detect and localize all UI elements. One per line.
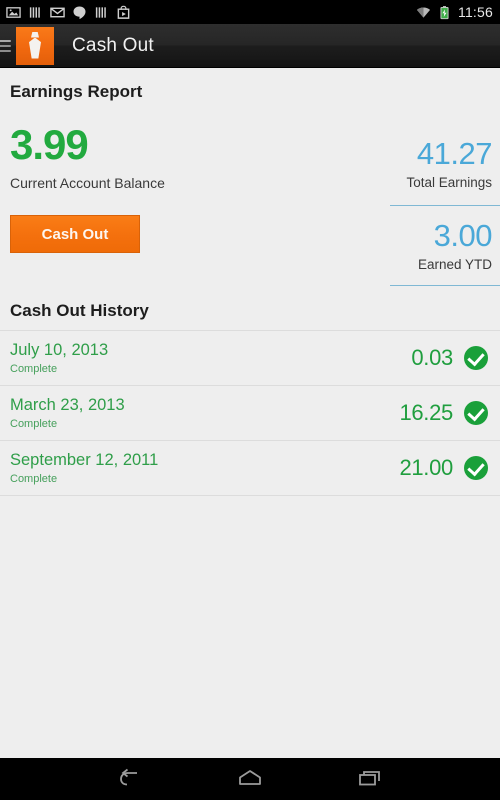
action-bar: Cash Out bbox=[0, 24, 500, 68]
history-row-info: July 10, 2013 Complete bbox=[10, 341, 108, 375]
barcode-icon bbox=[29, 6, 40, 18]
main-content: Earnings Report 3.99 Current Account Bal… bbox=[0, 68, 500, 496]
row-divider bbox=[0, 495, 500, 496]
home-icon[interactable] bbox=[234, 767, 266, 791]
earnings-report-heading: Earnings Report bbox=[10, 82, 143, 101]
history-row-amount-group: 21.00 bbox=[399, 455, 488, 481]
check-circle-icon bbox=[464, 346, 488, 370]
android-navigation-bar bbox=[0, 758, 500, 800]
total-earnings-label: Total Earnings bbox=[406, 174, 492, 190]
total-earnings-block: 41.27 Total Earnings bbox=[406, 136, 493, 190]
cash-out-history-heading: Cash Out History bbox=[10, 301, 149, 320]
earned-ytd-label: Earned YTD bbox=[417, 256, 492, 272]
barcode-icon-2 bbox=[95, 6, 106, 18]
history-row-info: September 12, 2011 Complete bbox=[10, 451, 158, 485]
divider-middle bbox=[390, 285, 500, 286]
history-row-amount: 21.00 bbox=[399, 455, 453, 480]
table-row[interactable]: September 12, 2011 Complete 21.00 bbox=[0, 441, 500, 495]
necktie-glyph bbox=[29, 31, 41, 59]
earned-ytd-value: 3.00 bbox=[433, 218, 493, 253]
earnings-summary: 3.99 Current Account Balance Cash Out 41… bbox=[0, 102, 500, 297]
earned-ytd-block: 3.00 Earned YTD bbox=[417, 218, 493, 272]
cash-out-button[interactable]: Cash Out bbox=[10, 215, 140, 253]
check-circle-icon bbox=[464, 456, 488, 480]
recents-icon[interactable] bbox=[355, 767, 385, 791]
screenshot-icon bbox=[6, 6, 21, 18]
hangouts-icon bbox=[73, 6, 86, 19]
cash-out-history-list: July 10, 2013 Complete 0.03 March 23, 2013 C… bbox=[0, 330, 500, 496]
history-row-amount-group: 16.25 bbox=[399, 400, 488, 426]
current-balance-block: 3.99 Current Account Balance bbox=[10, 121, 165, 192]
table-row[interactable]: March 23, 2013 Complete 16.25 bbox=[0, 386, 500, 440]
history-row-amount-group: 0.03 bbox=[411, 345, 488, 371]
hamburger-menu-icon[interactable] bbox=[0, 39, 11, 52]
status-bar-notification-icons bbox=[6, 5, 131, 20]
check-circle-icon bbox=[464, 401, 488, 425]
history-row-info: March 23, 2013 Complete bbox=[10, 396, 125, 430]
history-row-status: Complete bbox=[10, 418, 58, 431]
back-arrow-icon[interactable] bbox=[115, 767, 145, 791]
history-row-status: Complete bbox=[10, 473, 58, 486]
table-row[interactable]: July 10, 2013 Complete 0.03 bbox=[0, 331, 500, 385]
history-row-date: March 23, 2013 bbox=[10, 395, 125, 414]
gmail-icon bbox=[50, 7, 65, 17]
play-store-icon bbox=[117, 5, 130, 19]
current-balance-value: 3.99 bbox=[10, 121, 89, 168]
status-bar-clock: 11:56 bbox=[458, 4, 493, 20]
history-row-date: September 12, 2011 bbox=[10, 450, 159, 469]
history-row-amount: 0.03 bbox=[411, 345, 453, 370]
wifi-icon bbox=[416, 6, 431, 18]
divider-top bbox=[390, 205, 500, 206]
total-earnings-value: 41.27 bbox=[416, 136, 493, 171]
app-screen: 11:56 Cash Out Earnings Report 3.99 Curr… bbox=[0, 0, 500, 800]
necktie-app-icon[interactable] bbox=[16, 26, 54, 65]
battery-charging-icon bbox=[440, 5, 449, 19]
page-title: Cash Out bbox=[72, 34, 154, 56]
status-bar: 11:56 bbox=[0, 0, 500, 24]
current-balance-label: Current Account Balance bbox=[10, 175, 165, 191]
status-bar-system-icons: 11:56 bbox=[416, 4, 493, 20]
history-row-date: July 10, 2013 bbox=[10, 340, 109, 359]
history-row-status: Complete bbox=[10, 363, 58, 376]
history-row-amount: 16.25 bbox=[399, 400, 453, 425]
